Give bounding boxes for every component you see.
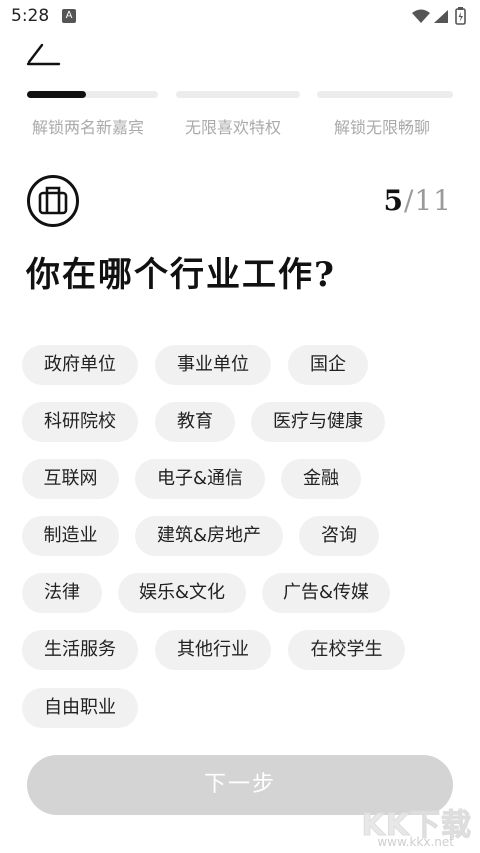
signal-icon — [434, 10, 448, 23]
option-chip[interactable]: 金融 — [281, 459, 361, 499]
option-chip[interactable]: 广告&传媒 — [262, 573, 390, 613]
back-arrow-icon[interactable] — [25, 42, 65, 72]
option-chip[interactable]: 自由职业 — [22, 688, 138, 728]
counter-total: /11 — [403, 184, 452, 217]
option-chip[interactable]: 咨询 — [299, 516, 379, 556]
option-chip[interactable]: 政府单位 — [22, 345, 138, 385]
option-chip[interactable]: 教育 — [155, 402, 235, 442]
status-bar: 5:28 A — [0, 0, 480, 34]
option-chip[interactable]: 生活服务 — [22, 630, 138, 670]
briefcase-icon — [27, 175, 79, 227]
option-chip[interactable]: 其他行业 — [155, 630, 271, 670]
option-chip[interactable]: 法律 — [22, 573, 102, 613]
option-chip[interactable]: 国企 — [288, 345, 368, 385]
charging-icon — [458, 12, 463, 22]
progress-bar-1 — [27, 91, 158, 98]
option-chip[interactable]: 医疗与健康 — [251, 402, 385, 442]
counter-current: 5 — [383, 184, 404, 217]
wifi-icon — [412, 9, 430, 23]
notification-app-icon: A — [62, 9, 76, 23]
option-chip[interactable]: 建筑&房地产 — [135, 516, 283, 556]
option-chip[interactable]: 制造业 — [22, 516, 119, 556]
status-icons — [412, 7, 466, 25]
question-title: 你在哪个行业工作? — [26, 255, 336, 295]
option-chip[interactable]: 在校学生 — [288, 630, 405, 670]
progress-bar-2 — [176, 91, 300, 98]
progress-label-2: 无限喜欢特权 — [185, 118, 282, 137]
option-chip[interactable]: 电子&通信 — [135, 459, 265, 499]
progress-label-3: 解锁无限畅聊 — [334, 118, 431, 137]
option-chip[interactable]: 互联网 — [22, 459, 119, 499]
option-chip[interactable]: 科研院校 — [22, 402, 138, 442]
progress-label-1: 解锁两名新嘉宾 — [32, 118, 145, 137]
status-time: 5:28 — [11, 6, 50, 26]
progress-bar-3 — [317, 91, 453, 98]
watermark-url: www.kkx.net — [377, 835, 454, 849]
progress-fill-1 — [27, 91, 86, 98]
option-chip[interactable]: 事业单位 — [155, 345, 271, 385]
question-counter: 5/11 — [383, 184, 452, 217]
option-chip[interactable]: 娱乐&文化 — [118, 573, 246, 613]
